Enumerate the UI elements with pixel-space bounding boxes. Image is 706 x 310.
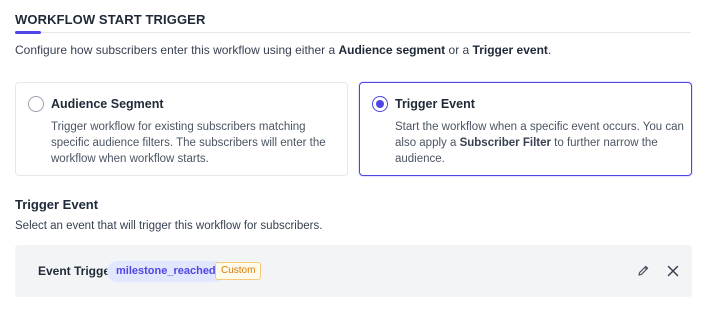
pencil-icon [638,265,649,276]
trigger-event-heading: Trigger Event [15,197,99,212]
event-name-chip: milestone_reached [107,261,225,282]
trigger-event-option[interactable]: Trigger Event Start the workflow when a … [359,82,692,176]
trigger-event-help-text: Select an event that will trigger this w… [15,220,323,232]
audience-segment-title: Audience Segment [51,97,164,111]
intro-audience-segment: Audience segment [338,43,446,57]
intro-middle: or a [445,43,473,57]
event-trigger-label: Event Trigger [38,264,115,278]
title-divider [15,32,691,33]
trigger-event-radio[interactable] [372,96,388,112]
close-icon [667,265,679,277]
trigger-event-description: Start the workflow when a specific event… [395,119,685,167]
intro-prefix: Configure how subscribers enter this wor… [15,43,339,57]
audience-segment-description: Trigger workflow for existing subscriber… [51,121,326,165]
audience-segment-radio[interactable] [28,96,44,112]
intro-trigger-event: Trigger event [472,43,548,57]
custom-badge: Custom [215,262,262,280]
section-title: WORKFLOW START TRIGGER [15,12,206,27]
audience-segment-option[interactable]: Audience Segment Trigger workflow for ex… [15,82,348,176]
trigger-event-title: Trigger Event [395,97,475,111]
remove-event-button[interactable] [664,262,682,280]
event-trigger-row: Event Trigger milestone_reached Custom [15,245,692,297]
subscriber-filter-text: Subscriber Filter [459,137,551,149]
title-accent-bar [15,31,41,34]
edit-event-button[interactable] [634,262,652,280]
intro-text: Configure how subscribers enter this wor… [15,43,551,57]
intro-suffix: . [547,43,552,57]
